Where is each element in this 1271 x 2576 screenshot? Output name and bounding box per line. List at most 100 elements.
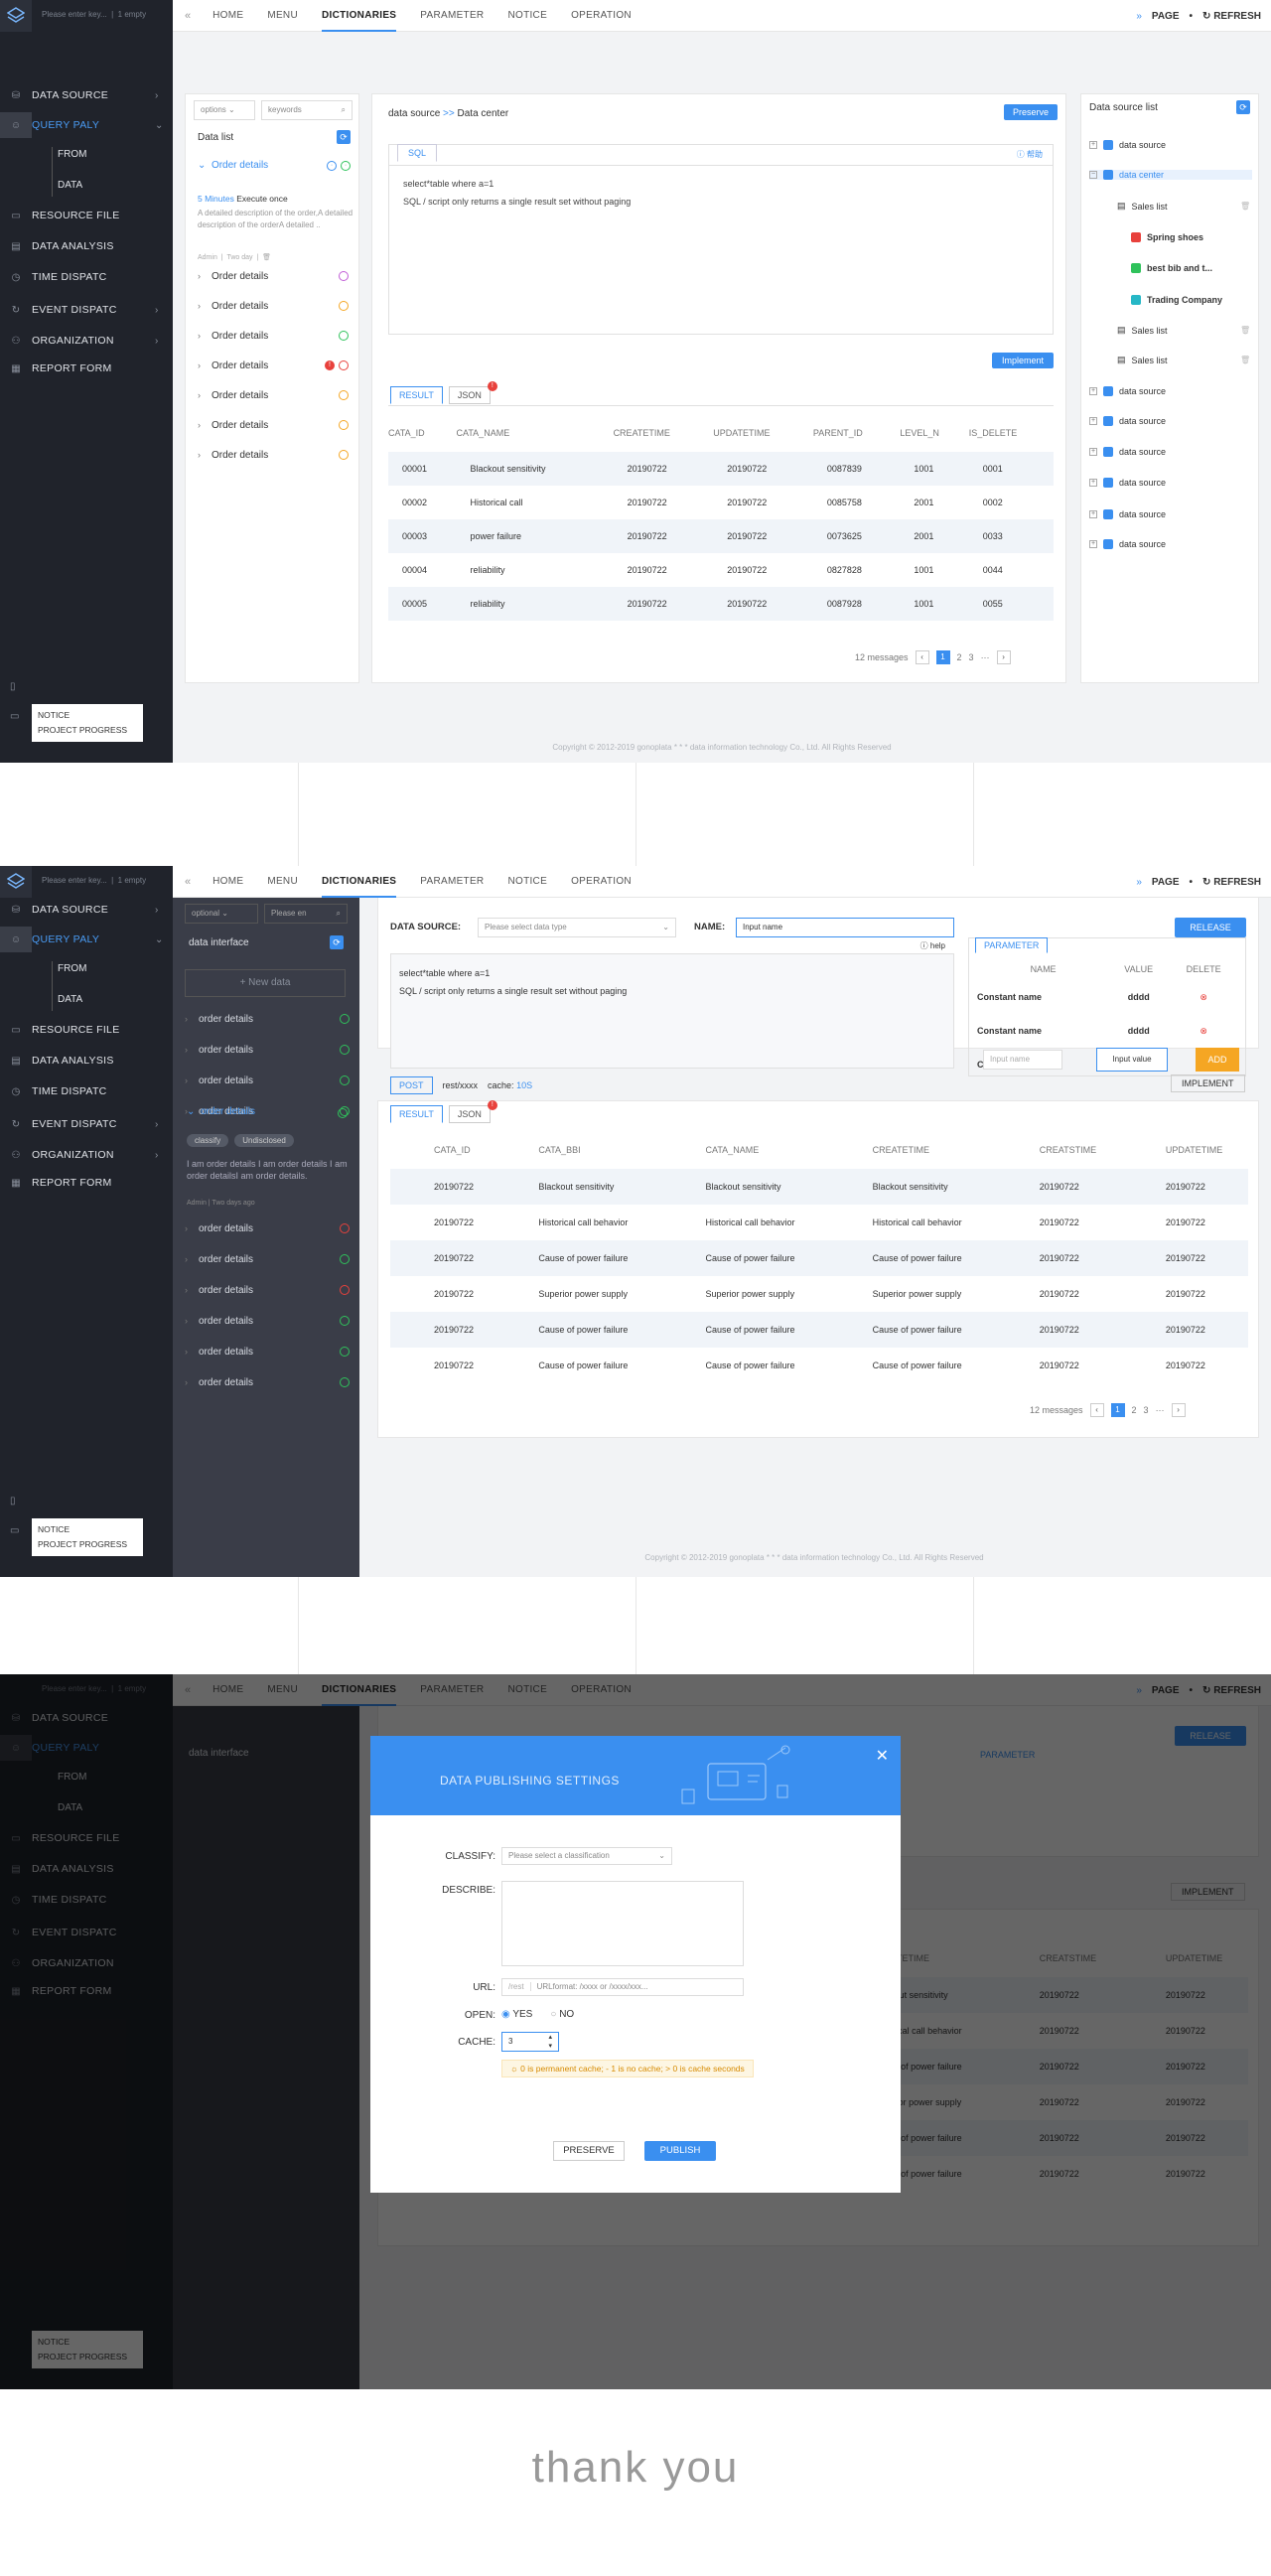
table-row[interactable]: 20190722Superior power supplySuperior po…: [390, 1276, 1248, 1312]
tree-node[interactable]: Trading Company: [1131, 295, 1222, 305]
tree-node[interactable]: + data source: [1089, 386, 1166, 396]
tree-node[interactable]: + data source: [1089, 478, 1166, 488]
sql-editor[interactable]: ⓘ help select*table where a=1 SQL / scrip…: [390, 941, 954, 1069]
param-name-input[interactable]: Input name: [983, 1050, 1062, 1070]
tab-menu[interactable]: MENU: [267, 0, 298, 32]
plus-icon[interactable]: +: [1089, 417, 1097, 425]
page-2[interactable]: 2: [957, 652, 962, 662]
describe-textarea[interactable]: [501, 1881, 744, 1966]
list-item[interactable]: › order details: [173, 1339, 359, 1364]
sql-editor[interactable]: SQL ⓘ 帮助 select*table where a=1 SQL / scr…: [388, 144, 1054, 335]
tab-dictionaries[interactable]: DICTIONARIES: [321, 866, 397, 898]
implement-button[interactable]: Implement: [992, 353, 1054, 368]
page-3[interactable]: 3: [969, 652, 974, 662]
tab-notice[interactable]: NOTICE: [507, 866, 547, 898]
page-2[interactable]: 2: [1132, 1405, 1137, 1415]
table-row[interactable]: 20190722Blackout sensitivityBlackout sen…: [390, 1169, 1248, 1205]
sidebar-sub-from[interactable]: FROM: [58, 963, 86, 974]
prev-page-button[interactable]: ‹: [1089, 1403, 1104, 1417]
list-item[interactable]: › order details: [173, 1006, 359, 1032]
page-button[interactable]: PAGE: [1152, 11, 1180, 22]
sidebar-item-time-dispatc[interactable]: ◷ TIME DISPATC: [0, 264, 173, 290]
tree-node[interactable]: − data center: [1089, 170, 1252, 180]
sidebar-sub-from[interactable]: FROM: [58, 149, 86, 160]
prev-page-button[interactable]: ‹: [915, 650, 929, 664]
plus-icon[interactable]: +: [1089, 448, 1097, 456]
delete-icon[interactable]: 🗑: [1240, 326, 1250, 335]
delete-icon[interactable]: 🗑: [1240, 202, 1250, 211]
plus-icon[interactable]: +: [1089, 510, 1097, 518]
interface-search-input[interactable]: Please en ⌕: [264, 904, 348, 924]
list-item[interactable]: › order details: [173, 1068, 359, 1093]
list-item[interactable]: › Order details!: [186, 353, 358, 378]
table-row[interactable]: 20190722Cause of power failureCause of p…: [390, 1240, 1248, 1276]
table-row[interactable]: 20190722Historical call behaviorHistoric…: [390, 1205, 1248, 1240]
list-item[interactable]: › Order details: [186, 323, 358, 349]
list-item[interactable]: › Order details: [186, 412, 358, 438]
tab-home[interactable]: HOME: [212, 0, 243, 32]
tree-node[interactable]: + data source: [1089, 509, 1166, 519]
sidebar-item-data-analysis[interactable]: ▤ DATA ANALYSIS: [0, 1048, 173, 1073]
new-data-button[interactable]: + New data: [185, 969, 346, 997]
tree-node[interactable]: + data source: [1089, 416, 1166, 426]
sidebar-item-report-form[interactable]: ▦ REPORT FORM: [0, 1170, 173, 1196]
notice-box[interactable]: NOTICE PROJECT PROGRESS: [32, 704, 143, 742]
message-icon[interactable]: ▭: [10, 711, 19, 722]
minus-icon[interactable]: −: [1089, 171, 1097, 179]
list-item[interactable]: › order details: [173, 1308, 359, 1334]
sidebar-search[interactable]: Please enter key... | 1 empty: [42, 876, 169, 885]
sidebar-item-resource-file[interactable]: ▭ RESOURCE FILE: [0, 1017, 173, 1043]
tree-node[interactable]: Spring shoes: [1131, 232, 1203, 242]
tab-operation[interactable]: OPERATION: [571, 866, 632, 898]
tab-home[interactable]: HOME: [212, 866, 243, 898]
tree-node[interactable]: + data source: [1089, 447, 1166, 457]
delete-icon[interactable]: 🗑: [1240, 356, 1250, 364]
sidebar-item-organization[interactable]: ⚇ ORGANIZATION ›: [0, 328, 173, 354]
next-page-button[interactable]: ›: [1171, 1403, 1186, 1417]
tab-parameter[interactable]: PARAMETER: [420, 0, 484, 32]
collapse-icon[interactable]: «: [185, 10, 191, 22]
open-no-radio[interactable]: ○ NO: [550, 2009, 574, 2020]
sidebar-item-report-form[interactable]: ▦ REPORT FORM: [0, 356, 173, 381]
refresh-list-button[interactable]: ⟳: [337, 130, 351, 144]
sidebar-item-time-dispatc[interactable]: ◷ TIME DISPATC: [0, 1078, 173, 1104]
plus-icon[interactable]: +: [1089, 479, 1097, 487]
release-button[interactable]: RELEASE: [1175, 918, 1246, 937]
options-select[interactable]: options ⌄: [194, 100, 255, 120]
sidebar-item-event-dispatc[interactable]: ↻ EVENT DISPATC ›: [0, 1111, 173, 1137]
list-item[interactable]: › Order details: [186, 442, 358, 468]
tree-node[interactable]: ▤ Sales list 🗑: [1117, 355, 1250, 365]
url-input[interactable]: /rest URLformat: /xxxx or /xxxx/xxx...: [501, 1978, 744, 1996]
page-1[interactable]: 1: [1110, 1403, 1125, 1417]
help-link[interactable]: ⓘ 帮助: [1017, 149, 1043, 160]
page-1[interactable]: 1: [935, 650, 950, 664]
list-item[interactable]: › Order details: [186, 293, 358, 319]
notice-box[interactable]: NOTICE PROJECT PROGRESS: [32, 1518, 143, 1556]
collapse-icon[interactable]: «: [185, 876, 191, 888]
refresh-tree-button[interactable]: ⟳: [1236, 100, 1250, 114]
plus-icon[interactable]: +: [1089, 387, 1097, 395]
list-item[interactable]: › order details: [173, 1369, 359, 1395]
tab-json[interactable]: JSON!: [448, 381, 497, 404]
param-value-input[interactable]: Input value: [1096, 1048, 1168, 1072]
document-icon[interactable]: ▯: [10, 1496, 16, 1506]
next-page-button[interactable]: ›: [996, 650, 1011, 664]
table-row[interactable]: 00001 Blackout sensitivity 20190722 2019072…: [388, 452, 1054, 486]
open-yes-radio[interactable]: ◉ YES: [501, 2009, 532, 2020]
tree-node[interactable]: ▤ Sales list 🗑: [1117, 201, 1250, 212]
sidebar-item-data-source[interactable]: ⛁ DATA SOURCE ›: [0, 82, 173, 108]
expanded-item[interactable]: ⌄ Order details: [198, 160, 268, 171]
tab-operation[interactable]: OPERATION: [571, 0, 632, 32]
table-row[interactable]: 00002 Historical call 20190722 20190722 0085…: [388, 486, 1054, 519]
table-row[interactable]: 00003 power failure 20190722 20190722 007362…: [388, 519, 1054, 553]
table-row[interactable]: 00005 reliability 20190722 20190722 0087928 1…: [388, 587, 1054, 621]
page-button[interactable]: PAGE: [1152, 877, 1180, 888]
table-row[interactable]: 00004 reliability 20190722 20190722 0827828 1…: [388, 553, 1054, 587]
expanded-item[interactable]: ⌄ order details: [187, 1106, 255, 1117]
list-item[interactable]: › order details: [173, 1037, 359, 1063]
tab-sql[interactable]: SQL: [397, 144, 438, 162]
tab-dictionaries[interactable]: DICTIONARIES: [321, 0, 397, 32]
tab-parameter-panel[interactable]: PARAMETER: [975, 937, 1049, 953]
list-item[interactable]: › order details: [173, 1277, 359, 1303]
optional-select[interactable]: optional ⌄: [185, 904, 258, 924]
